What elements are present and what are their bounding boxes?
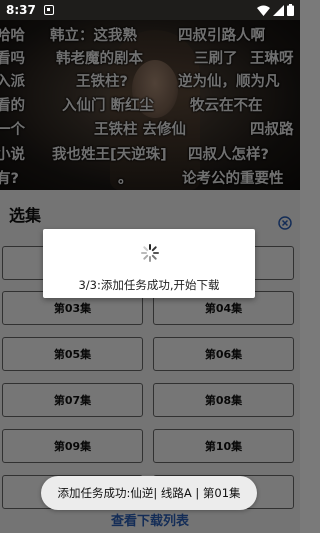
danmaku-comment: 王铁柱? — [76, 74, 128, 90]
episode-button[interactable]: 第07集 — [2, 383, 143, 417]
signal-icon — [273, 4, 284, 16]
battery-icon — [287, 4, 294, 16]
danmaku-comment: 看的 — [0, 98, 25, 114]
panel-title: 选集 — [9, 206, 42, 225]
danmaku-comment: 王琳呀 — [250, 51, 294, 67]
view-download-list-link[interactable]: 查看下载列表 — [0, 510, 300, 529]
loading-dialog: 3/3:添加任务成功,开始下载 — [43, 229, 255, 298]
danmaku-comment: 韩立：这我熟 — [50, 28, 137, 44]
danmaku-comment: 四叔路 — [250, 122, 294, 138]
danmaku-comment: 韩老魔的剧本 — [56, 51, 143, 67]
close-icon[interactable] — [278, 216, 292, 230]
danmaku-comment: 四叔引路人啊 — [178, 28, 265, 44]
danmaku-comment: 一个 — [0, 122, 25, 138]
danmaku-comment: 逆为仙，顺为凡 — [178, 74, 280, 90]
danmaku-comment: 。 — [118, 171, 133, 187]
danmaku-comment: 小说 — [0, 147, 25, 163]
danmaku-comment: 入仙门 断红尘 — [62, 98, 155, 114]
episode-button[interactable]: 第08集 — [153, 383, 294, 417]
notification-icon — [43, 5, 54, 15]
episode-button[interactable]: 第05集 — [2, 337, 143, 371]
episode-button[interactable]: 第06集 — [153, 337, 294, 371]
video-player[interactable]: 哈哈 韩立：这我熟 四叔引路人啊 看吗 韩老魔的剧本 三刷了 王琳呀 入派 王铁… — [0, 20, 300, 190]
danmaku-comment: 王铁柱 去修仙 — [94, 122, 187, 138]
status-time: 8:37 — [6, 3, 36, 17]
danmaku-comment: 三刷了 — [194, 51, 238, 67]
danmaku-comment: 入派 — [0, 74, 25, 90]
loading-spinner-icon — [141, 244, 159, 262]
danmaku-comment: 牧云在不在 — [190, 98, 263, 114]
wifi-icon — [257, 5, 270, 16]
danmaku-comment: 四叔人怎样? — [188, 147, 269, 163]
loading-message: 3/3:添加任务成功,开始下载 — [78, 278, 220, 292]
episode-button[interactable]: 第09集 — [2, 429, 143, 463]
danmaku-comment: 我也姓王[天逆珠] — [52, 147, 167, 163]
danmaku-comment: 论考公的重要性 — [182, 171, 284, 187]
toast-message: 添加任务成功:仙逆| 线路A | 第01集 — [41, 476, 257, 510]
danmaku-comment: 看吗 — [0, 51, 25, 67]
episode-button[interactable]: 第10集 — [153, 429, 294, 463]
danmaku-comment: 有? — [0, 171, 19, 187]
danmaku-comment: 哈哈 — [0, 28, 25, 44]
status-bar: 8:37 — [0, 0, 300, 20]
